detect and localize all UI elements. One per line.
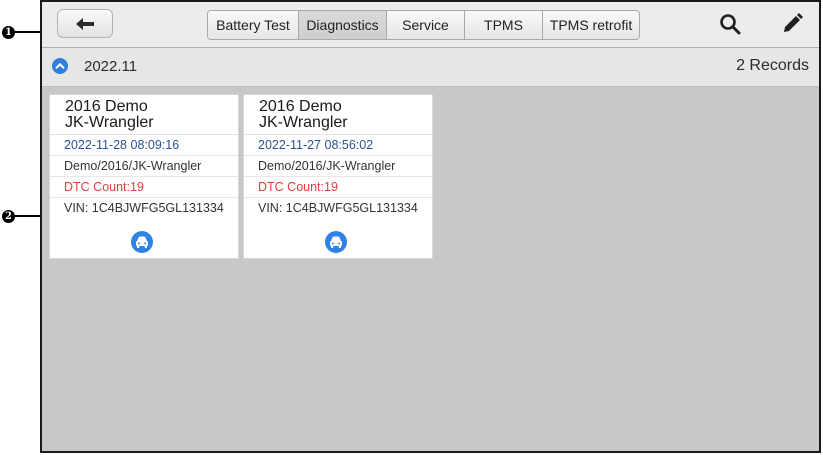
chevron-up-icon[interactable]	[52, 58, 68, 74]
tab-battery-test[interactable]: Battery Test	[208, 11, 299, 39]
card-vin: VIN: 1C4BJWFG5GL131334	[64, 201, 224, 215]
device-screen: Battery Test Diagnostics Service TPMS TP…	[40, 0, 821, 453]
card-vehicle-path: Demo/2016/JK-Wrangler	[244, 156, 432, 177]
card-vehicle-title: 2016 Demo JK-Wrangler	[50, 95, 238, 135]
tab-tpms[interactable]: TPMS	[465, 11, 543, 39]
function-tabs: Battery Test Diagnostics Service TPMS TP…	[207, 10, 640, 40]
month-group-header[interactable]: 2022.11 2 Records	[42, 48, 819, 87]
history-record-card[interactable]: 2016 Demo JK-Wrangler 2022-11-28 08:09:1…	[49, 94, 239, 259]
car-icon[interactable]	[131, 231, 153, 253]
back-button[interactable]	[57, 9, 113, 38]
card-datetime: 2022-11-28 08:09:16	[50, 135, 238, 156]
tab-diagnostics[interactable]: Diagnostics	[299, 11, 387, 39]
card-dtc-count: DTC Count:19	[50, 177, 238, 198]
group-month-label: 2022.11	[84, 58, 138, 75]
record-count: 2 Records	[736, 57, 809, 74]
callout-1-line	[14, 31, 41, 33]
card-title-line: 2016 Demo	[259, 98, 342, 115]
back-arrow-icon	[76, 17, 94, 30]
card-title-line: JK-Wrangler	[65, 114, 154, 131]
car-icon[interactable]	[325, 231, 347, 253]
tab-tpms-retrofit[interactable]: TPMS retrofit	[543, 11, 639, 39]
edit-pencil-icon[interactable]	[780, 12, 804, 36]
card-vehicle-path: Demo/2016/JK-Wrangler	[50, 156, 238, 177]
callout-2-line	[14, 215, 41, 217]
card-dtc-count: DTC Count:19	[244, 177, 432, 198]
card-datetime: 2022-11-27 08:56:02	[244, 135, 432, 156]
card-vin: VIN: 1C4BJWFG5GL131334	[258, 201, 418, 215]
search-icon[interactable]	[718, 12, 742, 36]
history-record-card[interactable]: 2016 Demo JK-Wrangler 2022-11-27 08:56:0…	[243, 94, 433, 259]
card-title-line: JK-Wrangler	[259, 114, 348, 131]
card-vehicle-title: 2016 Demo JK-Wrangler	[244, 95, 432, 135]
tab-service[interactable]: Service	[387, 11, 465, 39]
card-title-line: 2016 Demo	[65, 98, 148, 115]
top-toolbar: Battery Test Diagnostics Service TPMS TP…	[42, 2, 819, 48]
